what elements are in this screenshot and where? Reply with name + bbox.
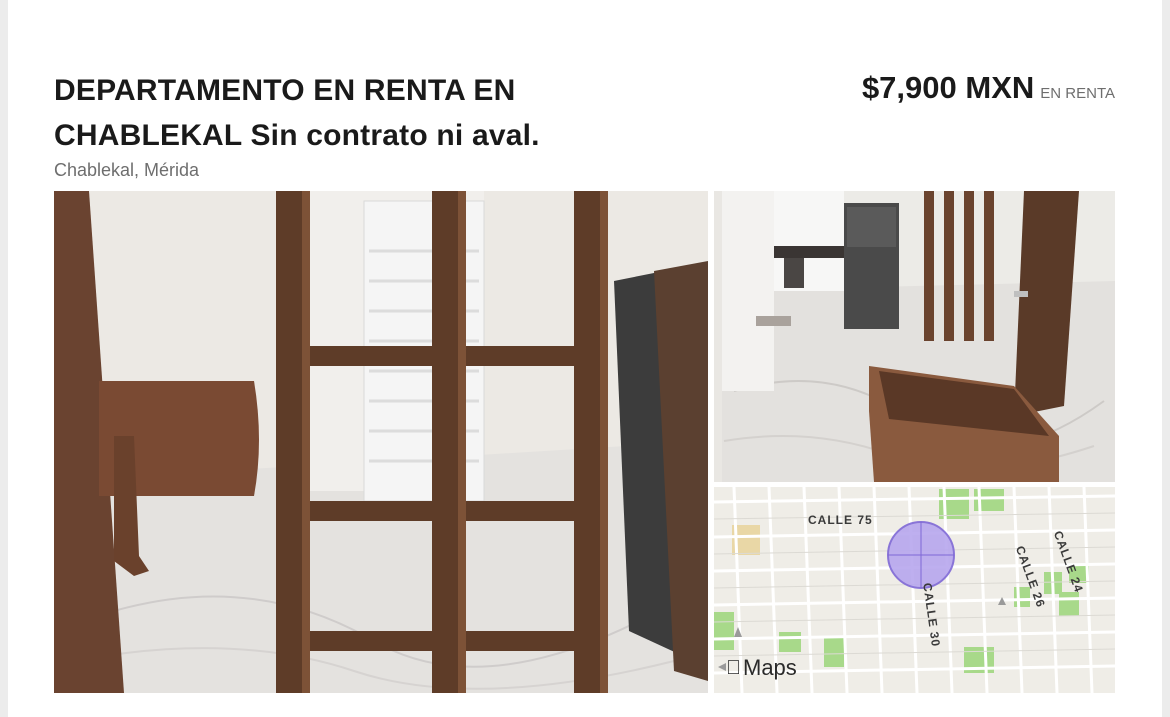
listing-title: DEPARTAMENTO EN RENTA EN CHABLEKAL Sin c… bbox=[54, 74, 540, 152]
price-block: $7,900 MXN EN RENTA bbox=[862, 70, 1115, 106]
main-photo[interactable] bbox=[54, 191, 708, 693]
listing-card: DEPARTAMENTO EN RENTA EN CHABLEKAL Sin c… bbox=[8, 0, 1162, 717]
street-label-calle-75: CALLE 75 bbox=[808, 513, 873, 527]
location-map[interactable]: CALLE 75 CALLE 30 CALLE 26 CALLE 24  Ma… bbox=[714, 487, 1115, 693]
listing-type-tag: EN RENTA bbox=[1040, 85, 1115, 102]
maps-logo-text: Maps bbox=[728, 655, 797, 680]
listing-location: Chablekal, Mérida bbox=[54, 160, 200, 180]
maps-logo:  Maps bbox=[726, 655, 797, 681]
apple-icon:  bbox=[726, 657, 741, 680]
listing-price: $7,900 MXN bbox=[861, 70, 1035, 105]
side-photo[interactable] bbox=[714, 191, 1115, 482]
